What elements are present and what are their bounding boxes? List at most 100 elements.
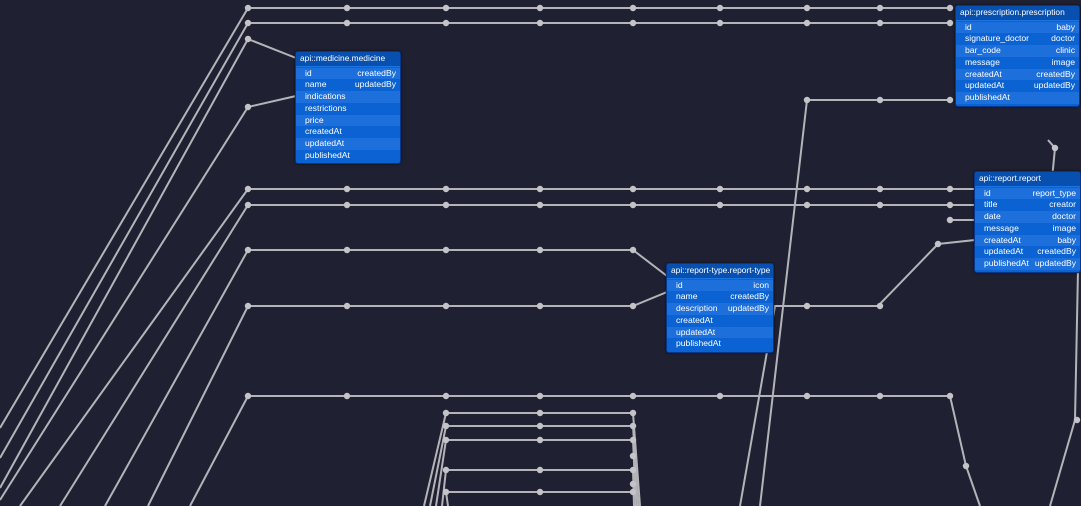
field-name: date (984, 211, 1001, 222)
entity-field-row[interactable]: id report_type (975, 187, 1080, 200)
edge-waypoint (442, 19, 450, 27)
entity-field-row[interactable]: signature_doctor doctor (956, 33, 1079, 45)
edge-waypoint (946, 96, 954, 104)
edge-waypoint (629, 436, 637, 444)
field-name: bar_code (965, 45, 1001, 56)
entity-field-row[interactable]: price (296, 114, 400, 127)
entity-field-row[interactable]: name createdBy (667, 291, 773, 303)
field-name: title (984, 199, 998, 210)
entity-title[interactable]: api::report.report (975, 172, 1080, 187)
relation-field-name: clinic (1055, 45, 1075, 56)
entity-field-row[interactable]: name updatedBy (296, 79, 400, 91)
edge-waypoint (876, 19, 884, 27)
relation-edge (0, 95, 297, 501)
edge-waypoint (629, 185, 637, 193)
relation-field-name: createdBy (1036, 68, 1075, 79)
relation-edge (19, 188, 1078, 506)
edge-waypoint (629, 19, 637, 27)
edge-waypoint (629, 201, 637, 209)
relation-field-name: updatedBy (1034, 257, 1076, 268)
entity-field-list: id icon name createdBy description updatedBy c… (667, 279, 773, 352)
edge-waypoint (536, 4, 544, 12)
edge-waypoint (536, 422, 544, 430)
edge-waypoint (244, 19, 252, 27)
edge-waypoint (442, 392, 450, 400)
entity-field-row[interactable]: bar_code clinic (956, 45, 1079, 57)
entity-field-row[interactable]: date doctor (975, 211, 1080, 223)
entity-field-row[interactable]: publishedAt (667, 338, 773, 350)
field-name: updatedAt (676, 326, 716, 337)
field-name: publishedAt (305, 149, 350, 160)
entity-field-row[interactable]: createdAt createdBy (956, 68, 1079, 81)
edge-waypoint (803, 19, 811, 27)
relation-edge (147, 291, 668, 506)
edge-waypoint (876, 201, 884, 209)
edge-waypoint (442, 4, 450, 12)
entity-field-row[interactable]: id baby (956, 21, 1079, 34)
edge-waypoint (629, 422, 637, 430)
entity-field-row[interactable]: publishedAt (296, 150, 400, 162)
entity-field-row[interactable]: id createdBy (296, 67, 400, 80)
edge-waypoint (629, 452, 637, 460)
edge-waypoint (536, 488, 544, 496)
edge-waypoint (803, 392, 811, 400)
edge-waypoint (629, 409, 637, 417)
edge-waypoint (803, 302, 811, 310)
edge-waypoint (244, 185, 252, 193)
entity-field-row[interactable]: updatedAt (296, 137, 400, 150)
entity-field-row[interactable]: updatedAt updatedBy (956, 80, 1079, 92)
entity-field-list: id report_type title creator date doctor messa… (975, 187, 1080, 272)
entity-card-report[interactable]: api::report.report id report_type title cre… (974, 171, 1081, 273)
edge-waypoint (876, 4, 884, 12)
relation-edge (0, 7, 950, 429)
edge-waypoint (946, 201, 954, 209)
entity-title[interactable]: api::report-type.report-type (667, 264, 773, 279)
edge-waypoint (629, 4, 637, 12)
relation-edge (435, 439, 637, 506)
edge-waypoint (244, 4, 252, 12)
entity-field-row[interactable]: createdAt (667, 315, 773, 327)
schema-diagram[interactable]: api::medicine.medicine id createdBy name up… (0, 0, 1081, 506)
entity-title[interactable]: api::medicine.medicine (296, 52, 400, 67)
entity-field-row[interactable]: createdAt baby (975, 234, 1080, 247)
entity-field-row[interactable]: indications (296, 91, 400, 103)
relation-field-name: createdBy (357, 67, 396, 78)
edge-waypoint (442, 185, 450, 193)
edge-waypoint (536, 409, 544, 417)
field-name: description (676, 303, 718, 314)
relation-field-name: doctor (1052, 211, 1076, 222)
diagram-canvas: api::medicine.medicine id createdBy name up… (0, 0, 1081, 506)
entity-card-report-type[interactable]: api::report-type.report-type id icon name c… (666, 263, 774, 353)
entity-field-row[interactable]: title creator (975, 199, 1080, 211)
relation-edge (1049, 269, 1079, 506)
entity-field-row[interactable]: message image (956, 57, 1079, 69)
field-name: signature_doctor (965, 33, 1030, 44)
entity-field-row[interactable]: publishedAt updatedBy (975, 257, 1080, 270)
edge-waypoint (536, 436, 544, 444)
entity-field-row[interactable]: restrictions (296, 103, 400, 115)
edge-waypoint (716, 201, 724, 209)
entity-field-row[interactable]: id icon (667, 279, 773, 292)
relation-field-name: baby (1057, 234, 1076, 245)
edge-waypoint (716, 185, 724, 193)
entity-field-row[interactable]: description updatedBy (667, 303, 773, 315)
field-name: id (305, 67, 312, 78)
entity-field-row[interactable]: message image (975, 223, 1080, 235)
field-name: indications (305, 91, 346, 102)
entity-title[interactable]: api::prescription.prescription (956, 6, 1079, 21)
field-name: id (984, 187, 991, 198)
entity-field-row[interactable]: publishedAt (956, 91, 1079, 104)
entity-card-medicine[interactable]: api::medicine.medicine id createdBy name up… (295, 51, 401, 165)
edge-waypoint (716, 4, 724, 12)
field-name: createdAt (305, 126, 342, 137)
edge-waypoint (946, 392, 954, 400)
edge-waypoint (629, 488, 637, 496)
entity-field-row[interactable]: createdAt (296, 126, 400, 138)
entity-field-row[interactable]: updatedAt (667, 326, 773, 339)
edge-waypoint (536, 392, 544, 400)
relation-field-name: baby (1056, 21, 1075, 32)
entity-field-row[interactable]: updatedAt createdBy (975, 246, 1080, 258)
field-name: message (984, 222, 1019, 233)
entity-card-prescription[interactable]: api::prescription.prescription id baby sig… (955, 5, 1080, 107)
edge-waypoint (803, 4, 811, 12)
